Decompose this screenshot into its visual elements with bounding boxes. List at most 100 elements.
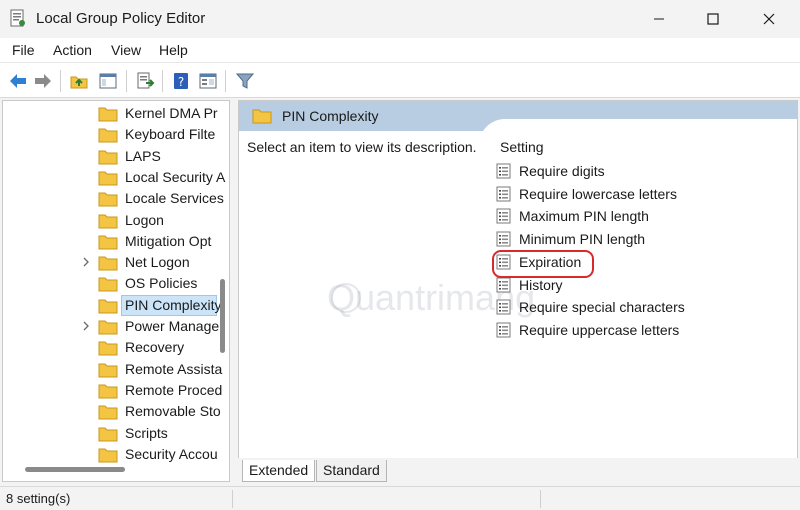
folder-icon	[98, 427, 118, 441]
tree-item-label: Security Accou	[125, 445, 218, 462]
maximize-button[interactable]	[690, 0, 736, 38]
setting-item[interactable]: Require digits	[496, 160, 796, 182]
menu-bar: File Action View Help	[0, 38, 800, 62]
minimize-icon	[654, 18, 664, 20]
setting-label: Require uppercase letters	[519, 321, 680, 338]
show-hide-tree-icon	[99, 73, 117, 89]
folder-icon	[98, 107, 118, 122]
tree-item[interactable]: Power Manage	[3, 316, 229, 337]
setting-item[interactable]: Minimum PIN length	[496, 228, 796, 250]
minimize-button[interactable]	[636, 0, 682, 38]
tree-item-label: LAPS	[125, 147, 161, 164]
folder-icon	[98, 405, 118, 420]
folder-icon	[98, 341, 118, 356]
window-title: Local Group Policy Editor	[36, 10, 206, 27]
filter-button[interactable]	[233, 69, 257, 93]
show-hide-tree-button[interactable]	[96, 69, 120, 93]
tree-item[interactable]: Remote Assista	[3, 359, 229, 380]
policy-setting-icon	[496, 186, 511, 202]
folder-icon	[98, 150, 118, 165]
tab-standard[interactable]: Standard	[316, 460, 387, 482]
tree-item-label: Scripts	[125, 424, 168, 441]
help-button[interactable]: ?	[169, 69, 193, 93]
chevron-right-icon[interactable]	[81, 321, 91, 331]
folder-icon	[98, 448, 118, 463]
setting-item[interactable]: Require special characters	[496, 296, 796, 318]
properties-button[interactable]	[196, 69, 220, 93]
menu-action[interactable]: Action	[53, 42, 92, 58]
folder-icon	[98, 235, 118, 250]
tree-item[interactable]: Removable Sto	[3, 401, 229, 422]
tree-item[interactable]: Locale Services	[3, 188, 229, 209]
tree-item-label: Keyboard Filte	[125, 126, 216, 143]
tree-item[interactable]: Recovery	[3, 337, 229, 358]
folder-icon	[98, 363, 118, 378]
setting-label: Minimum PIN length	[519, 231, 646, 248]
tree-item[interactable]: Local Security A	[3, 167, 229, 188]
tab-extended[interactable]: Extended	[242, 460, 316, 482]
setting-item[interactable]: Maximum PIN length	[496, 205, 796, 227]
title-bar: Local Group Policy Editor	[0, 0, 800, 38]
tree-item[interactable]: LAPS	[3, 146, 229, 167]
setting-label: History	[519, 276, 563, 293]
tree-item-label: Mitigation Opt	[125, 232, 212, 249]
policy-setting-icon	[496, 163, 511, 179]
tree-horizontal-scrollbar[interactable]	[25, 467, 125, 472]
tree-vertical-scrollbar[interactable]	[220, 279, 225, 353]
menu-help[interactable]: Help	[159, 42, 188, 58]
forward-arrow-icon	[35, 74, 51, 88]
menu-view[interactable]: View	[111, 42, 141, 58]
navigation-tree[interactable]: Security Accou Scripts Removable Sto Remote…	[2, 100, 230, 482]
tree-item-label: Remote Assista	[125, 360, 223, 377]
setting-item[interactable]: Require lowercase letters	[496, 183, 796, 205]
properties-icon	[199, 73, 217, 89]
tree-item-label: Power Manage	[125, 318, 220, 334]
help-icon: ?	[174, 73, 188, 89]
setting-label: Require special characters	[519, 299, 685, 316]
menu-file[interactable]: File	[12, 42, 35, 58]
tree-item-label: Logon	[125, 211, 164, 228]
tree-item[interactable]: Keyboard Filte	[3, 124, 229, 145]
setting-item[interactable]: Require uppercase letters	[496, 319, 796, 341]
policy-setting-icon	[496, 322, 511, 338]
tree-item[interactable]: Net Logon	[3, 252, 229, 273]
folder-icon	[98, 277, 118, 292]
policy-setting-icon	[496, 299, 511, 315]
close-button[interactable]	[746, 0, 792, 38]
tree-item-label: PIN Complexity	[125, 296, 222, 313]
setting-label: Require digits	[519, 163, 605, 179]
folder-icon	[98, 128, 118, 143]
setting-label: Maximum PIN length	[519, 208, 649, 225]
tree-item[interactable]: OS Policies	[3, 273, 229, 294]
tree-item[interactable]: Security Accou	[3, 444, 229, 465]
tree-item[interactable]: Mitigation Opt	[3, 231, 229, 252]
chevron-right-icon[interactable]	[81, 257, 91, 267]
policy-setting-icon	[496, 277, 511, 292]
tree-item[interactable]: PIN Complexity	[3, 294, 229, 316]
svg-text:?: ?	[178, 75, 184, 89]
setting-label: Require lowercase letters	[519, 185, 677, 202]
tree-item[interactable]: Kernel DMA Pr	[3, 103, 229, 124]
folder-icon	[98, 256, 118, 271]
up-one-level-button[interactable]	[67, 69, 91, 93]
export-list-button[interactable]	[133, 69, 157, 93]
details-pane: PIN Complexity Select an item to view it…	[238, 100, 798, 484]
tree-item[interactable]: Scripts	[3, 423, 229, 444]
setting-column-header[interactable]: Setting	[500, 139, 544, 155]
tree-item-label: Local Security A	[125, 168, 226, 185]
up-folder-icon	[70, 76, 88, 89]
tree-item[interactable]: Logon	[3, 210, 229, 231]
folder-icon	[98, 214, 118, 228]
forward-button[interactable]	[31, 69, 55, 93]
tree-item-label: Kernel DMA Pr	[125, 105, 218, 121]
back-arrow-icon	[10, 74, 26, 88]
back-button[interactable]	[6, 69, 30, 93]
policy-setting-icon	[496, 231, 511, 247]
tree-item-label: Locale Services	[125, 190, 224, 207]
details-header-title: PIN Complexity	[282, 108, 379, 124]
folder-icon	[98, 384, 118, 399]
tree-item[interactable]: Remote Proced	[3, 380, 229, 401]
tree-item-label: Removable Sto	[125, 403, 221, 420]
folder-icon	[98, 192, 118, 207]
toolbar: ?	[0, 62, 800, 98]
